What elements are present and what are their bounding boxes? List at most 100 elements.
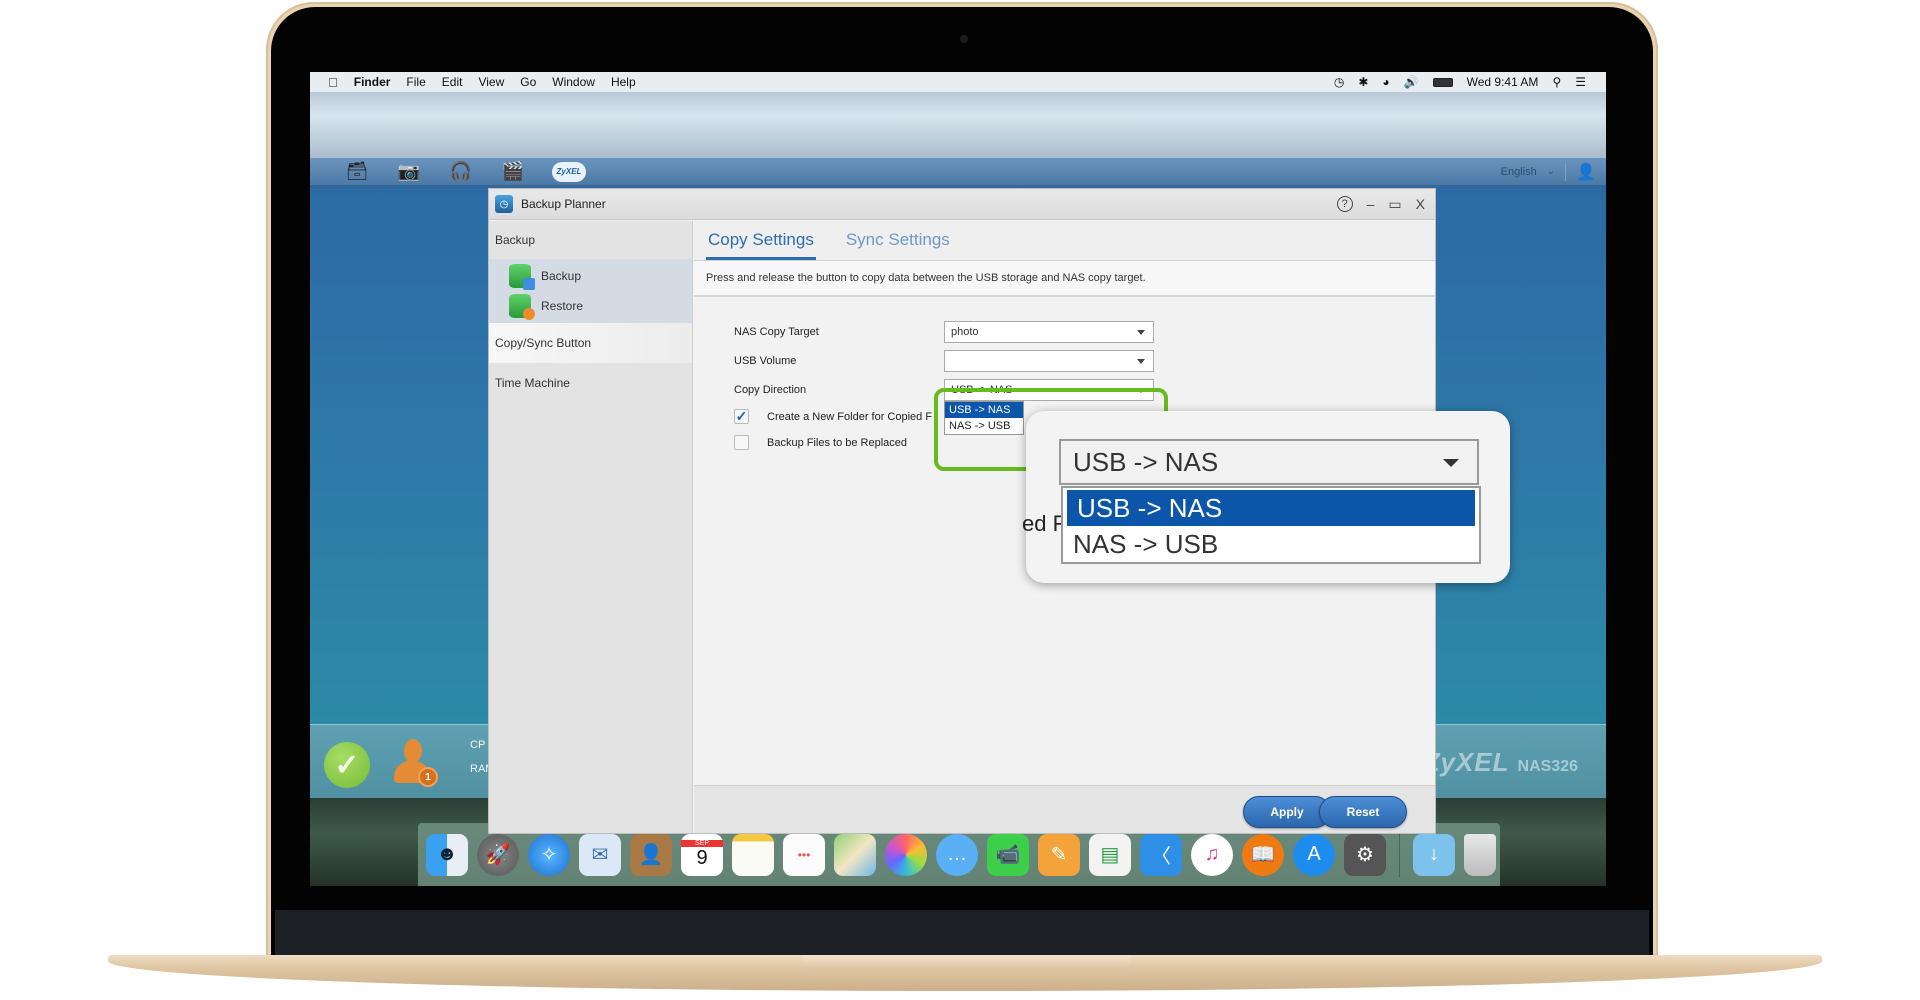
sidebar-item-label: Restore	[541, 299, 584, 313]
tab-sync-settings[interactable]: Sync Settings	[844, 230, 952, 260]
laptop-bezel-chin	[275, 910, 1649, 956]
usb-volume-label: USB Volume	[734, 355, 797, 367]
usb-volume-select[interactable]	[944, 350, 1154, 372]
restore-db-icon	[509, 294, 535, 320]
ibooks-icon[interactable]: 📖	[1242, 833, 1284, 876]
sidebar-item-label: Backup	[541, 269, 582, 283]
sidebar-item-restore[interactable]: Restore	[489, 291, 692, 321]
callout-select-value: USB -> NAS	[1073, 446, 1219, 477]
wifi-icon[interactable]: ◕	[1382, 75, 1389, 89]
menu-help[interactable]: Help	[611, 75, 636, 89]
menu-file[interactable]: File	[406, 75, 425, 89]
minimize-button[interactable]: –	[1367, 196, 1375, 212]
apply-button[interactable]: Apply	[1243, 796, 1331, 828]
close-button[interactable]: X	[1416, 196, 1425, 212]
music-icon[interactable]: 🎧	[448, 160, 474, 184]
system-ok-icon[interactable]: ✓	[324, 742, 370, 788]
safari-icon[interactable]: ✧	[528, 833, 570, 876]
create-folder-checkbox[interactable]: ✓	[734, 408, 749, 424]
battery-icon[interactable]	[1432, 77, 1453, 87]
create-folder-label: Create a New Folder for Copied F	[767, 410, 933, 423]
sidebar: Backup Backup Restore Copy/Sync Button T…	[489, 221, 693, 833]
sidebar-item-time-machine[interactable]: Time Machine	[489, 363, 692, 403]
bluetooth-icon[interactable]: ✱	[1358, 75, 1368, 89]
window-titlebar[interactable]: ◷ Backup Planner ? – ▭ X	[489, 189, 1435, 220]
sidebar-section-backup[interactable]: Backup	[489, 221, 692, 259]
chevron-down-icon[interactable]: ⌄	[1547, 166, 1555, 177]
language-select[interactable]: English	[1501, 166, 1537, 178]
keynote-icon[interactable]: 〈	[1140, 833, 1182, 876]
nas-copy-target-label: NAS Copy Target	[734, 326, 819, 338]
photos-icon[interactable]	[885, 833, 927, 876]
window-title: Backup Planner	[521, 197, 606, 211]
messages-icon[interactable]: …	[936, 833, 978, 876]
webcam	[960, 35, 968, 43]
numbers-icon[interactable]: ▤	[1089, 833, 1131, 876]
caret-down-icon	[1137, 359, 1145, 364]
pages-icon[interactable]: ✎	[1038, 833, 1080, 876]
window-footer: Apply Reset	[694, 785, 1435, 833]
calendar-month: SEP	[681, 839, 723, 847]
finder-icon[interactable]: ☻	[426, 833, 468, 876]
contacts-icon[interactable]: 👤	[630, 833, 672, 876]
system-preferences-icon[interactable]: ⚙	[1344, 833, 1386, 876]
backup-replaced-checkbox[interactable]	[734, 435, 749, 450]
notification-center-icon[interactable]: ☰	[1575, 75, 1586, 89]
menu-finder[interactable]: Finder	[354, 75, 391, 89]
maximize-button[interactable]: ▭	[1388, 196, 1401, 213]
menu-go[interactable]: Go	[520, 75, 536, 89]
user-count-badge: 1	[418, 767, 438, 787]
sidebar-item-backup[interactable]: Backup	[489, 261, 692, 291]
caret-down-icon	[1443, 459, 1459, 467]
backup-db-icon	[509, 264, 535, 290]
backup-replaced-label: Backup Files to be Replaced	[767, 436, 908, 449]
tab-copy-settings[interactable]: Copy Settings	[706, 230, 816, 260]
apple-menu-icon[interactable]: 	[328, 75, 338, 90]
trash-icon[interactable]	[1464, 833, 1496, 876]
help-icon[interactable]: ?	[1336, 196, 1353, 212]
callout-option-usb-to-nas[interactable]: USB -> NAS	[1067, 490, 1475, 526]
reset-button[interactable]: Reset	[1319, 796, 1407, 828]
notes-icon[interactable]	[732, 833, 774, 876]
app-store-icon[interactable]: A	[1293, 833, 1335, 876]
users-icon[interactable]: 1	[392, 737, 438, 787]
mail-icon[interactable]: ✉	[579, 833, 621, 876]
nas-toolbar: 🗃 📷 🎧 🎬 ZyXEL English ⌄ 👤	[310, 158, 1606, 186]
caret-down-icon	[1137, 330, 1145, 335]
volume-icon[interactable]: 🔊	[1404, 75, 1419, 89]
downloads-folder-icon[interactable]: ↓	[1413, 833, 1455, 876]
itunes-icon[interactable]: ♫	[1191, 833, 1233, 876]
menu-bar:  Finder File Edit View Go Window Help ◷…	[310, 72, 1606, 92]
reminders-icon[interactable]: •••	[783, 833, 825, 876]
menu-edit[interactable]: Edit	[442, 75, 463, 89]
video-icon[interactable]: 🎬	[500, 160, 526, 184]
menubar-clock[interactable]: Wed 9:41 AM	[1467, 75, 1539, 89]
nas-copy-target-value: photo	[951, 326, 979, 338]
callout-option-nas-to-usb[interactable]: NAS -> USB	[1063, 526, 1479, 562]
maps-icon[interactable]	[834, 833, 876, 876]
spotlight-search-icon[interactable]: ⚲	[1552, 75, 1561, 89]
file-browser-icon[interactable]: 🗃	[344, 160, 370, 184]
model-name: NAS326	[1517, 758, 1578, 775]
sky-wallpaper	[310, 92, 1606, 158]
callout-copy-direction-select[interactable]: USB -> NAS	[1059, 439, 1479, 485]
calendar-icon[interactable]: SEP 9	[681, 833, 723, 876]
tab-bar: Copy Settings Sync Settings	[694, 221, 1435, 261]
facetime-icon[interactable]: 📹	[987, 833, 1029, 876]
copy-direction-label: Copy Direction	[734, 384, 807, 396]
description-text: Press and release the button to copy dat…	[694, 261, 1435, 297]
nas-copy-target-select[interactable]: photo	[944, 321, 1154, 343]
photo-icon[interactable]: 📷	[396, 160, 422, 184]
dock-separator	[1399, 832, 1400, 877]
time-machine-icon[interactable]: ◷	[1334, 75, 1344, 89]
launchpad-icon[interactable]: 🚀	[477, 833, 519, 876]
menu-window[interactable]: Window	[552, 75, 595, 89]
menu-view[interactable]: View	[478, 75, 504, 89]
user-account-icon[interactable]: 👤	[1576, 162, 1596, 182]
zyxel-cloud-icon[interactable]: ZyXEL	[552, 161, 586, 182]
sidebar-item-copy-sync-button[interactable]: Copy/Sync Button	[489, 323, 692, 363]
calendar-day: 9	[696, 846, 708, 869]
cpu-label: CP	[470, 739, 486, 751]
zoom-callout: ed F USB -> NAS USB -> NAS NAS -> USB	[1022, 411, 1510, 583]
laptop-hinge-notch	[803, 955, 1131, 969]
